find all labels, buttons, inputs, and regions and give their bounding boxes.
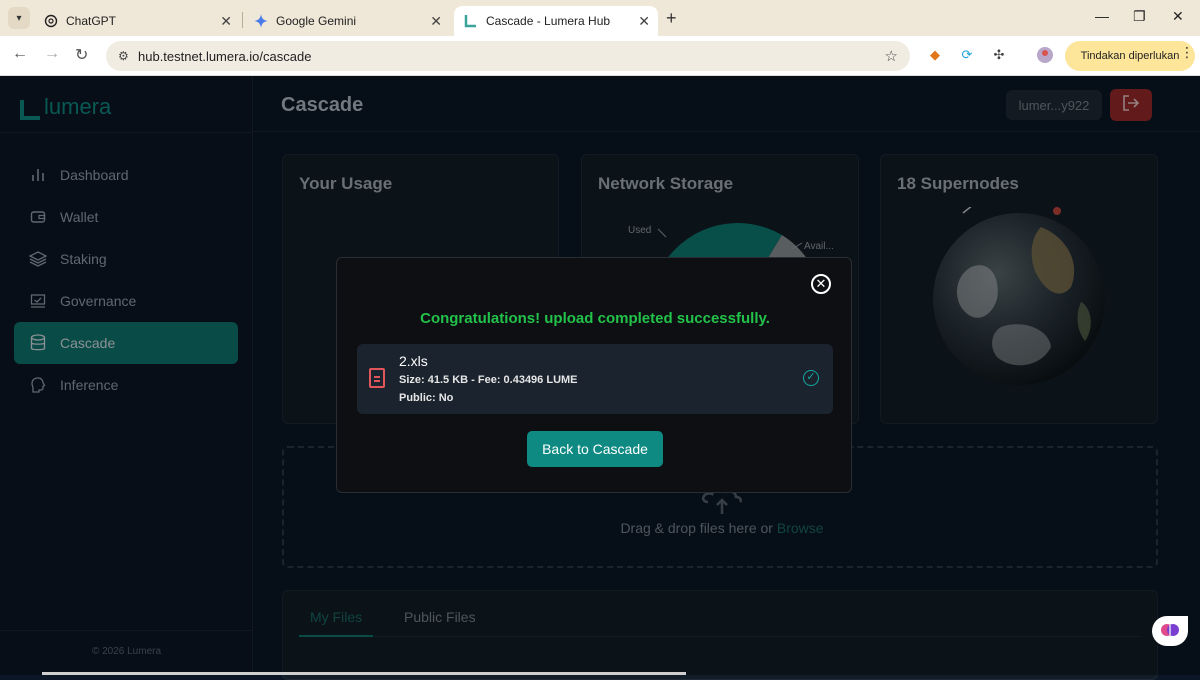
menu-kebab-icon[interactable]: ⋮ <box>1180 44 1194 61</box>
success-message: Congratulations! upload completed succes… <box>420 310 770 327</box>
restore-icon[interactable]: ❐ <box>1133 8 1146 25</box>
tab-search-button[interactable]: ▾ <box>8 7 30 29</box>
brain-icon <box>1160 621 1180 642</box>
back-to-cascade-button[interactable]: Back to Cascade <box>527 431 663 467</box>
tab-cascade[interactable]: Cascade - Lumera Hub ✕ <box>454 6 658 36</box>
chatgpt-icon <box>44 14 58 28</box>
url-input[interactable]: ⚙ hub.testnet.lumera.io/cascade ☆ <box>106 41 910 71</box>
address-bar: ← → ↻ ⚙ hub.testnet.lumera.io/cascade ☆ … <box>0 36 1200 76</box>
tab-label: Google Gemini <box>276 14 357 28</box>
site-settings-icon[interactable]: ⚙ <box>118 49 129 63</box>
bookmark-star-icon[interactable]: ☆ <box>885 47 898 65</box>
check-circle-icon: ✓ <box>803 370 819 386</box>
extension-sync-icon[interactable]: ⟳ <box>958 46 976 64</box>
metamask-icon[interactable]: ◆ <box>926 46 944 64</box>
close-tab-icon[interactable]: ✕ <box>220 13 232 30</box>
file-size-fee: Size: 41.5 KB - Fee: 0.43496 LUME <box>399 374 578 386</box>
forward-arrow-icon[interactable]: → <box>44 45 60 63</box>
upload-success-modal: ✕ Congratulations! upload completed succ… <box>336 257 852 493</box>
file-public-status: Public: No <box>399 392 454 404</box>
tab-divider <box>242 12 243 28</box>
file-document-icon <box>369 368 385 388</box>
action-required-button[interactable]: Tindakan diperlukan <box>1065 41 1195 71</box>
close-modal-icon[interactable]: ✕ <box>811 274 831 294</box>
url-text: hub.testnet.lumera.io/cascade <box>138 48 312 64</box>
lumera-icon <box>464 14 478 28</box>
minimize-icon[interactable]: — <box>1095 8 1109 24</box>
uploaded-file-row: 2.xls Size: 41.5 KB - Fee: 0.43496 LUME … <box>357 344 833 414</box>
profile-avatar[interactable] <box>1036 46 1054 64</box>
extensions-puzzle-icon[interactable]: ✣ <box>990 46 1008 64</box>
tab-label: ChatGPT <box>66 14 117 28</box>
browser-tab-bar: ▾ ChatGPT ✕ Google Gemini ✕ Cascade - Lu… <box>0 0 1200 36</box>
new-tab-icon[interactable]: + <box>666 8 677 29</box>
file-name: 2.xls <box>399 353 428 369</box>
close-tab-icon[interactable]: ✕ <box>638 13 650 30</box>
close-window-icon[interactable]: ✕ <box>1172 8 1184 25</box>
gemini-icon <box>254 14 268 28</box>
close-tab-icon[interactable]: ✕ <box>430 13 442 30</box>
assistant-chat-button[interactable] <box>1152 616 1188 646</box>
tab-chatgpt[interactable]: ChatGPT ✕ <box>34 6 240 36</box>
tab-label: Cascade - Lumera Hub <box>486 14 611 28</box>
back-arrow-icon[interactable]: ← <box>12 45 28 63</box>
tab-gemini[interactable]: Google Gemini ✕ <box>244 6 450 36</box>
reload-icon[interactable]: ↻ <box>75 45 88 65</box>
